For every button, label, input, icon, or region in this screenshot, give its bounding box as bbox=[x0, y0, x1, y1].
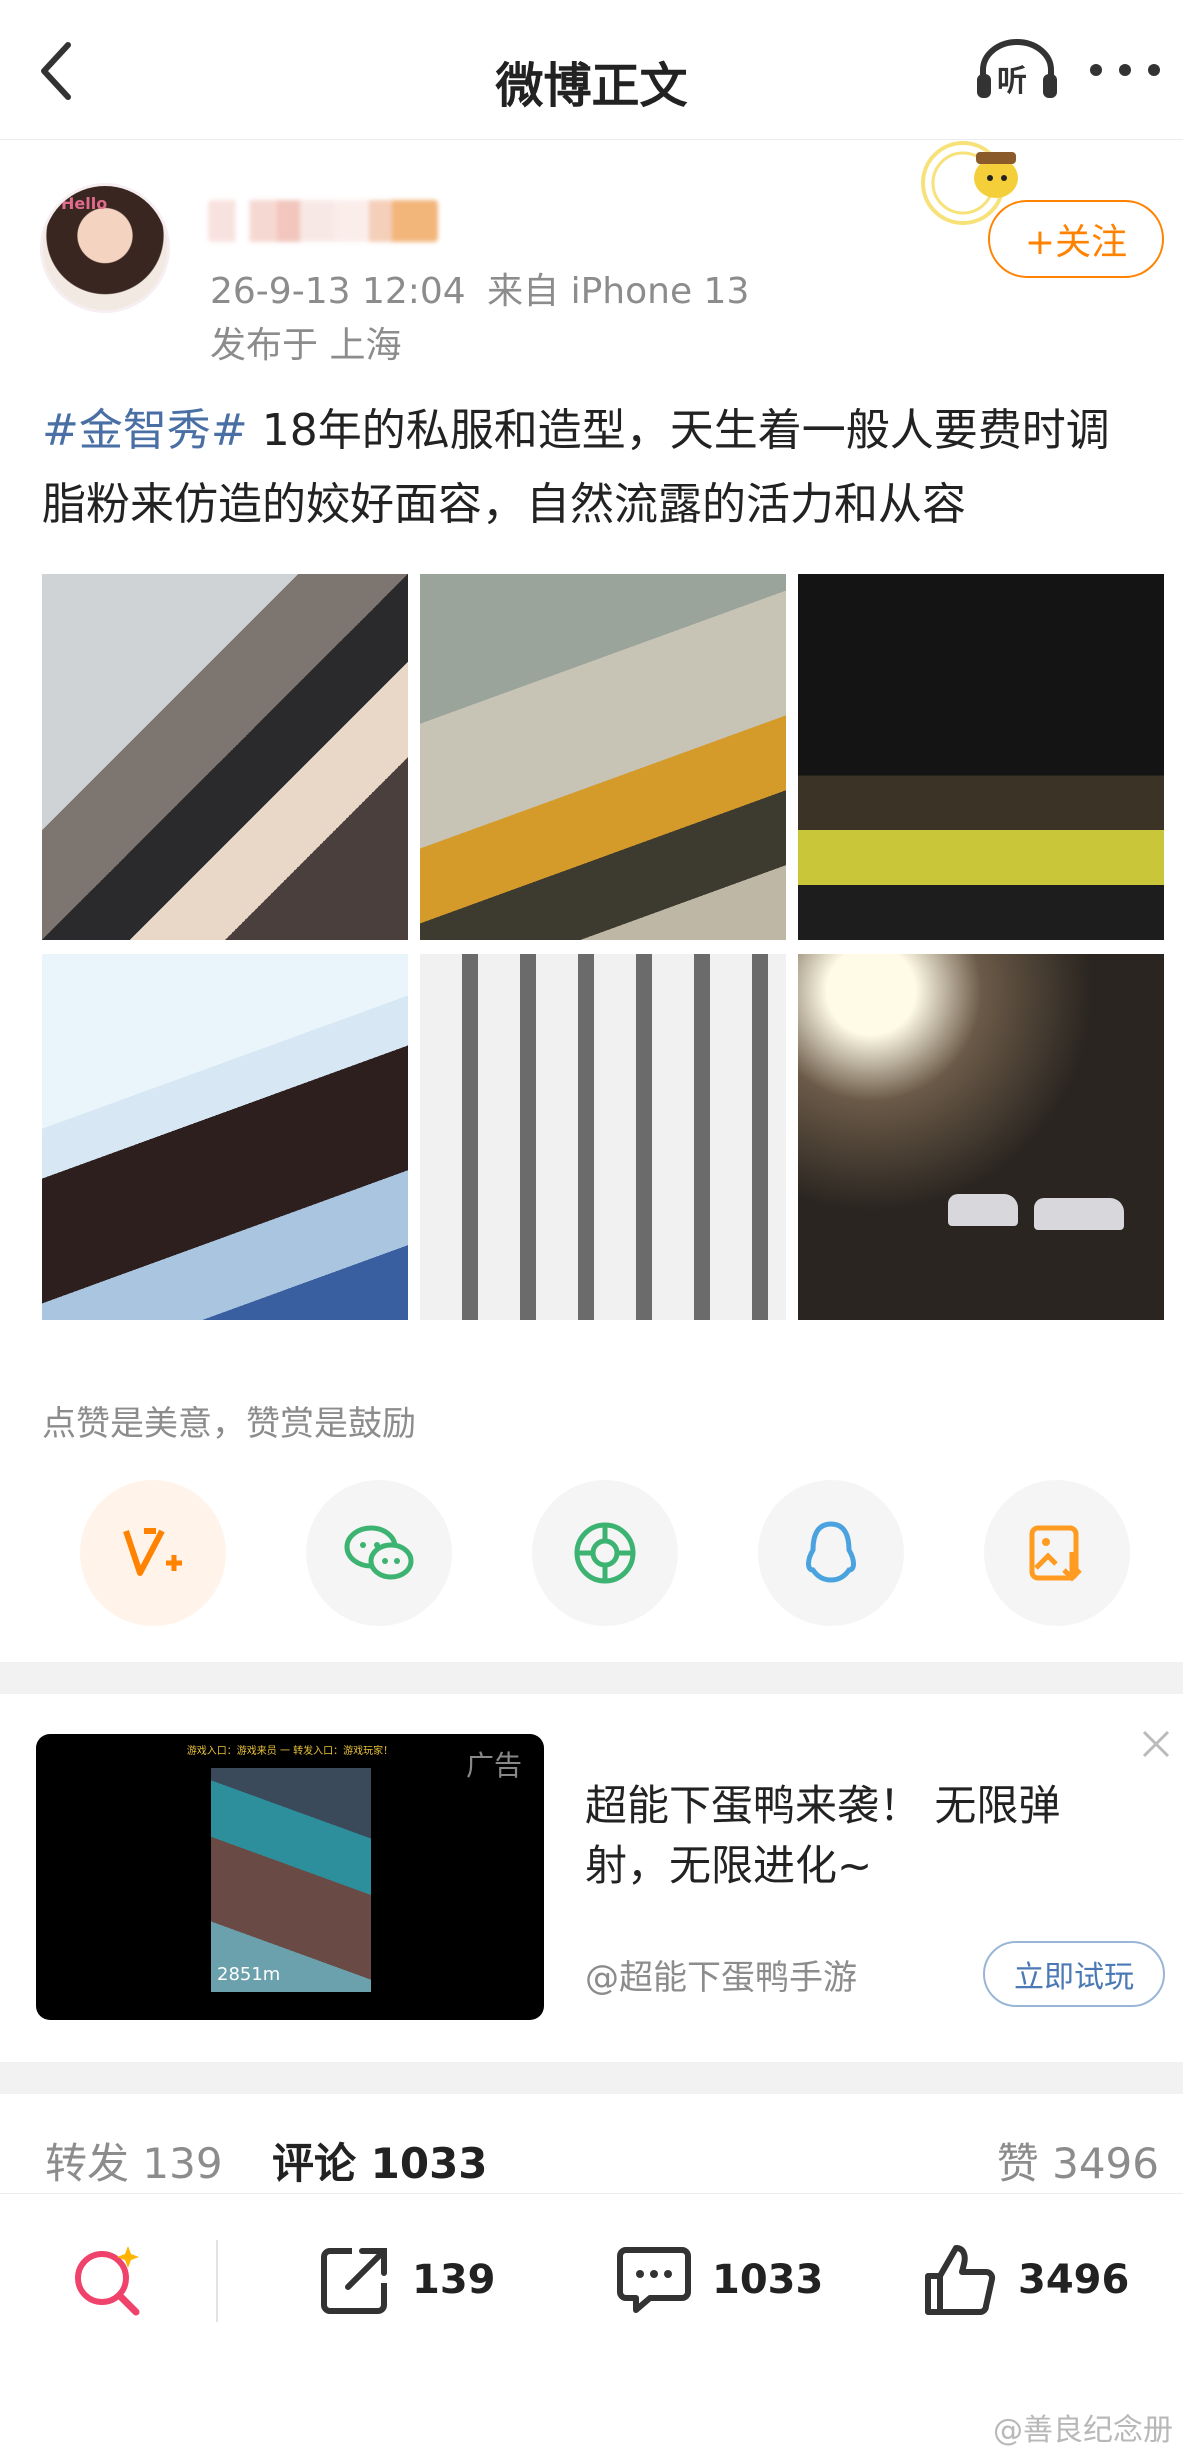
share-save-image[interactable] bbox=[984, 1480, 1130, 1626]
like-count: 3496 bbox=[1018, 2257, 1130, 2303]
tab-comment-count: 1033 bbox=[370, 2139, 488, 2188]
follow-button[interactable]: +关注 bbox=[988, 200, 1164, 278]
post-meta: 26-9-13 12:04 来自 iPhone 13 bbox=[210, 262, 749, 314]
tab-comment[interactable]: 评论 1033 bbox=[272, 2130, 488, 2191]
bottom-action-bar: 139 1033 3496 bbox=[0, 2196, 1183, 2366]
tab-comment-label: 评论 bbox=[272, 2139, 357, 2188]
thumbs-up-icon bbox=[925, 2245, 996, 2315]
hashtag-link[interactable]: #金智秀# bbox=[42, 405, 248, 456]
close-icon[interactable] bbox=[1138, 1726, 1174, 1762]
moments-icon bbox=[574, 1522, 636, 1584]
v-plus-icon bbox=[123, 1528, 182, 1576]
comment-button[interactable]: 1033 bbox=[616, 2240, 823, 2320]
photo-thumbnail[interactable] bbox=[798, 954, 1164, 1320]
like-button[interactable]: 3496 bbox=[922, 2240, 1129, 2320]
tab-repost-label: 转发 bbox=[45, 2139, 130, 2188]
ad-source[interactable]: @超能下蛋鸭手游 bbox=[585, 1950, 857, 1999]
watermark: @善良纪念册 bbox=[993, 2413, 1173, 2448]
share-moments[interactable] bbox=[532, 1480, 678, 1626]
tab-likes-label: 赞 bbox=[996, 2139, 1039, 2188]
avatar[interactable]: Hello bbox=[40, 183, 170, 313]
share-wechat[interactable] bbox=[306, 1480, 452, 1626]
ad-label: 广告 bbox=[465, 1749, 522, 1782]
tab-likes-count: 3496 bbox=[1052, 2139, 1159, 2188]
tab-likes[interactable]: 赞 3496 bbox=[997, 2130, 1159, 2191]
section-divider bbox=[0, 2062, 1183, 2094]
post-source: 来自 iPhone 13 bbox=[487, 271, 750, 312]
photo-thumbnail[interactable] bbox=[420, 574, 786, 940]
photo-thumbnail[interactable] bbox=[798, 574, 1164, 940]
save-image-icon bbox=[1029, 1525, 1082, 1582]
reward-hint: 点赞是美意，赞赏是鼓励 bbox=[42, 1404, 416, 1444]
search-button[interactable] bbox=[70, 2240, 146, 2320]
ad-game-score: 2851m bbox=[217, 1964, 281, 1985]
more-button[interactable] bbox=[1090, 50, 1160, 90]
post-location: 发布于 上海 bbox=[210, 325, 402, 366]
dot-icon bbox=[1090, 64, 1102, 76]
wechat-icon bbox=[344, 1525, 414, 1580]
image-grid bbox=[40, 574, 1165, 1320]
listen-button[interactable]: 听 bbox=[975, 38, 1059, 102]
divider bbox=[216, 2240, 218, 2322]
ad-title[interactable]: 超能下蛋鸭来袭！ 无限弹射，无限进化~ bbox=[585, 1776, 1125, 1896]
post-body: #金智秀# 18年的私服和造型，天生着一般人要费时调脂粉来仿造的姣好面容，自然流… bbox=[42, 394, 1152, 542]
qq-icon bbox=[806, 1521, 856, 1583]
share-qq[interactable] bbox=[758, 1480, 904, 1626]
dot-icon bbox=[1148, 64, 1160, 76]
photo-thumbnail[interactable] bbox=[42, 574, 408, 940]
repost-count: 139 bbox=[412, 2257, 496, 2303]
avatar-tag: Hello bbox=[61, 194, 108, 213]
tab-repost-count: 139 bbox=[142, 2139, 223, 2188]
share-v-plus[interactable] bbox=[80, 1480, 226, 1626]
share-icon bbox=[321, 2248, 387, 2314]
username-blurred[interactable] bbox=[208, 200, 438, 242]
top-bar: 微博正文 听 bbox=[0, 0, 1183, 140]
post-timestamp: 26-9-13 12:04 bbox=[210, 271, 466, 312]
photo-thumbnail[interactable] bbox=[420, 954, 786, 1320]
comment-icon bbox=[617, 2247, 691, 2313]
ad-thumbnail[interactable]: 游戏入口：游戏来员 一 转发入口：游戏玩家！ 2851m 广告 bbox=[36, 1734, 544, 2020]
repost-button[interactable]: 139 bbox=[318, 2240, 496, 2320]
stats-tabs: 转发 139 评论 1033 赞 3496 bbox=[0, 2100, 1183, 2194]
photo-thumbnail[interactable] bbox=[42, 954, 408, 1320]
search-sparkle-icon bbox=[75, 2246, 140, 2316]
share-row bbox=[80, 1480, 1130, 1626]
section-divider bbox=[0, 1662, 1183, 1694]
tab-repost[interactable]: 转发 139 bbox=[45, 2130, 223, 2191]
car-shape bbox=[948, 1194, 1018, 1226]
listen-label: 听 bbox=[997, 64, 1027, 99]
dot-icon bbox=[1119, 64, 1131, 76]
comment-count: 1033 bbox=[712, 2257, 824, 2303]
car-shape bbox=[1034, 1198, 1124, 1230]
ad-game-screenshot bbox=[211, 1768, 371, 1992]
ad-try-button[interactable]: 立即试玩 bbox=[983, 1941, 1165, 2007]
